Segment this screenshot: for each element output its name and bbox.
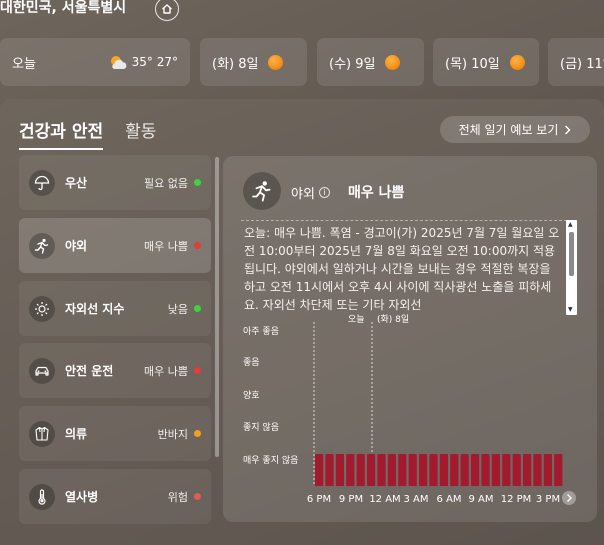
chart-bar bbox=[502, 454, 511, 486]
y-level-label: 아주 좋음 bbox=[243, 326, 279, 337]
x-tick-label: 3 AM bbox=[403, 494, 428, 505]
chart-bar bbox=[450, 454, 459, 486]
chart-bar bbox=[408, 454, 417, 486]
chart-bar bbox=[429, 454, 438, 486]
chart-bar bbox=[367, 454, 376, 486]
chart-bar bbox=[398, 454, 407, 486]
chart-bar bbox=[419, 454, 428, 486]
chart-bar bbox=[523, 454, 532, 486]
y-level-label: 양호 bbox=[243, 390, 260, 401]
chart-bar bbox=[543, 454, 552, 486]
chart-bar bbox=[387, 454, 396, 486]
x-tick-label: 9 AM bbox=[468, 494, 493, 505]
chart-bar bbox=[471, 454, 480, 486]
chart-bar bbox=[356, 454, 365, 486]
chart-bar bbox=[533, 454, 542, 486]
x-tick-label: 3 PM bbox=[536, 494, 560, 505]
chart-bar bbox=[325, 454, 334, 486]
y-level-label: 좋지 않음 bbox=[243, 422, 279, 433]
chart-bar bbox=[346, 454, 355, 486]
chart-bar bbox=[554, 454, 563, 486]
outdoor-chart: 아주 좋음좋음양호좋지 않음매우 좋지 않음 오늘 (화) 8일 6 PM 9 PM 12… bbox=[243, 314, 576, 505]
chart-bar bbox=[315, 454, 324, 486]
x-tick-label: 6 PM bbox=[307, 494, 331, 505]
y-level-label: 좋음 bbox=[243, 357, 260, 368]
x-tick-label: 9 PM bbox=[339, 494, 363, 505]
chart-bar bbox=[377, 454, 386, 486]
chart-bar bbox=[335, 454, 344, 486]
chart-bar bbox=[491, 454, 500, 486]
x-tick-label: 6 AM bbox=[436, 494, 461, 505]
day-marker-label: (화) 8일 bbox=[377, 314, 409, 325]
chart-bar bbox=[512, 454, 521, 486]
chart-next-button[interactable] bbox=[562, 491, 576, 505]
chart-bar bbox=[439, 454, 448, 486]
y-level-label: 매우 좋지 않음 bbox=[243, 455, 298, 466]
day-marker-label: 오늘 bbox=[348, 314, 365, 325]
chart-bar bbox=[481, 454, 490, 486]
chart-bar bbox=[460, 454, 469, 486]
x-tick-label: 12 PM bbox=[501, 494, 532, 505]
x-tick-label: 12 AM bbox=[369, 494, 400, 505]
